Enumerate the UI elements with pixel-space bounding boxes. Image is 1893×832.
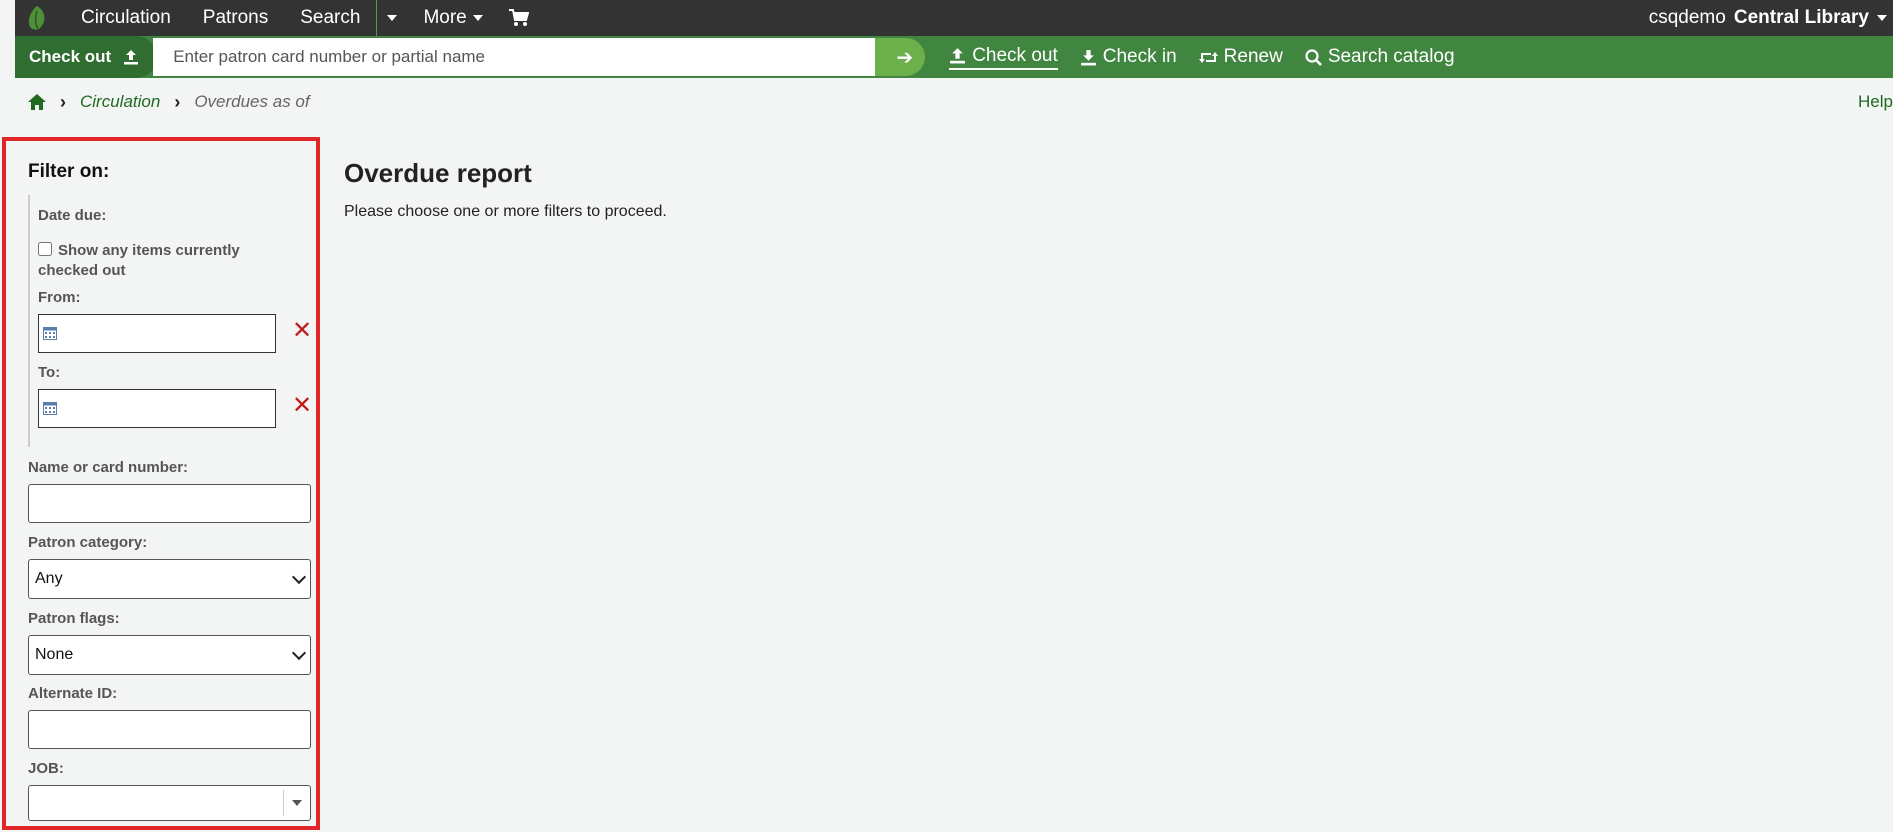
select-divider [283, 790, 284, 816]
patron-category-value: Any [35, 570, 63, 587]
koha-logo-icon[interactable] [23, 4, 51, 32]
category-label: Patron category: [28, 534, 148, 551]
upload-icon [124, 50, 139, 65]
instruction-text: Please choose one or more filters to pro… [344, 203, 667, 220]
help-link[interactable]: Help [1858, 92, 1893, 112]
library-menu[interactable]: csqdemo Central Library [1649, 0, 1893, 36]
patron-flags-select[interactable]: None [28, 635, 311, 675]
library-name: Central Library [1733, 7, 1869, 28]
chevron-down-icon [291, 569, 307, 585]
caret-down-icon [292, 800, 302, 806]
upload-icon [950, 48, 966, 64]
to-date-input[interactable] [38, 389, 276, 428]
link-renew-label: Renew [1223, 46, 1283, 67]
calendar-icon[interactable] [43, 326, 57, 340]
show-checked-out-checkbox[interactable] [38, 242, 52, 256]
chevron-down-icon [291, 645, 307, 661]
checkout-mode-label: Check out [29, 47, 112, 66]
to-label: To: [38, 364, 61, 381]
from-label: From: [38, 289, 81, 306]
arrow-right-icon: ➔ [896, 46, 914, 69]
show-checked-out-row: Show any items currently checked out [38, 241, 268, 281]
chevron-right-icon: › [60, 91, 66, 112]
patron-search-input[interactable] [153, 38, 894, 76]
quick-links: Check out Check in Renew Search catalog [949, 45, 1455, 70]
filter-sidebar: Filter on: Date due: Show any items curr… [2, 137, 320, 830]
from-date-input[interactable] [38, 314, 276, 353]
breadcrumb-current: Overdues as of [194, 92, 310, 111]
flags-label: Patron flags: [28, 610, 120, 627]
chevron-down-icon [1877, 15, 1887, 21]
clear-from-date-icon[interactable]: ✕ [292, 316, 312, 345]
nav-circulation[interactable]: Circulation [65, 0, 187, 36]
checkout-mode-tab[interactable]: Check out [15, 36, 158, 78]
date-due-group: Date due: Show any items currently check… [28, 195, 312, 447]
submit-button[interactable]: ➔ [875, 38, 926, 76]
link-renew[interactable]: Renew [1198, 46, 1283, 68]
download-icon [1080, 49, 1096, 65]
chevron-right-icon: › [174, 91, 181, 112]
nav-more-label: More [423, 7, 467, 28]
chevron-down-icon [387, 15, 398, 21]
job-select[interactable] [28, 785, 311, 821]
link-search-catalog[interactable]: Search catalog [1305, 46, 1455, 68]
top-navbar: Circulation Patrons Search More csqdemo … [15, 0, 1893, 36]
link-check-in[interactable]: Check in [1080, 46, 1177, 68]
show-checked-out-label: Show any items currently checked out [38, 242, 240, 279]
cart-icon [508, 9, 529, 26]
chevron-down-icon [472, 15, 483, 21]
patron-flags-value: None [35, 646, 74, 663]
calendar-icon[interactable] [43, 401, 57, 415]
checkout-bar: Check out ➔ Check out Check in Renew Sea… [15, 36, 1893, 78]
name-or-card-input[interactable] [28, 484, 311, 523]
link-check-in-label: Check in [1102, 46, 1177, 67]
alternate-id-input[interactable] [28, 710, 311, 749]
job-label: JOB: [28, 760, 64, 777]
breadcrumb: › Circulation › Overdues as of [28, 90, 310, 114]
retweet-icon [1198, 51, 1218, 63]
cart-button[interactable] [499, 0, 539, 36]
name-label: Name or card number: [28, 459, 189, 476]
search-dropdown-toggle[interactable] [377, 0, 407, 36]
link-search-catalog-label: Search catalog [1327, 46, 1455, 67]
page-title: Overdue report [344, 158, 532, 188]
clear-to-date-icon[interactable]: ✕ [292, 391, 312, 420]
home-icon[interactable] [28, 94, 46, 110]
altid-label: Alternate ID: [28, 685, 118, 702]
date-due-label: Date due: [38, 207, 107, 224]
search-icon [1305, 48, 1322, 66]
link-check-out[interactable]: Check out [949, 45, 1058, 70]
link-check-out-label: Check out [972, 44, 1058, 66]
patron-category-select[interactable]: Any [28, 559, 311, 599]
nav-more[interactable]: More [407, 0, 498, 36]
breadcrumb-circulation[interactable]: Circulation [80, 92, 160, 112]
filter-heading: Filter on: [28, 161, 110, 182]
nav-patrons[interactable]: Patrons [187, 0, 284, 36]
logged-in-user: csqdemo [1648, 7, 1726, 28]
nav-search[interactable]: Search [284, 0, 376, 36]
